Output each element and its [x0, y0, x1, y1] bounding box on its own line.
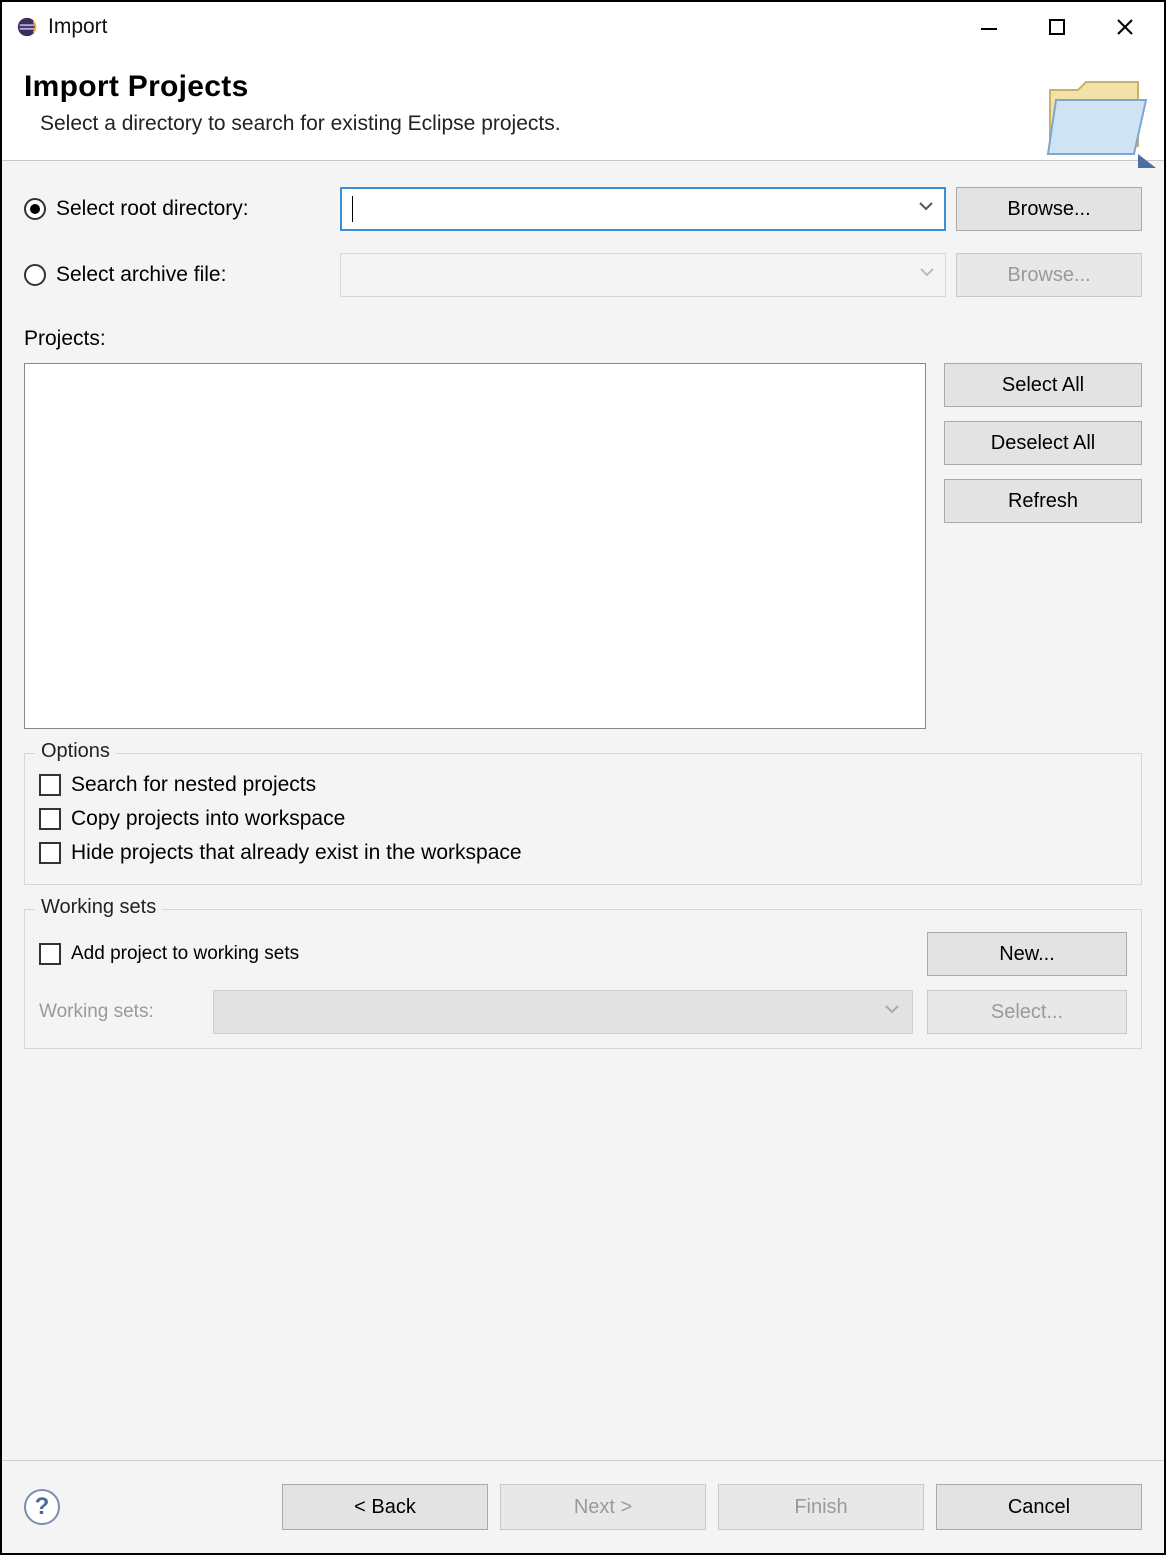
search-nested-label: Search for nested projects	[71, 773, 316, 797]
projects-list[interactable]	[24, 363, 926, 729]
browse-archive-button: Browse...	[956, 253, 1142, 297]
working-sets-select-row: Working sets: Select...	[39, 990, 1127, 1034]
back-button[interactable]: < Back	[282, 1484, 488, 1530]
working-sets-label: Working sets:	[39, 1001, 199, 1023]
root-directory-combo[interactable]	[340, 187, 946, 231]
copy-workspace-checkbox[interactable]	[39, 808, 61, 830]
working-sets-group: Working sets Add project to working sets…	[24, 909, 1142, 1049]
banner-description: Select a directory to search for existin…	[40, 112, 1142, 136]
import-folder-icon	[1038, 60, 1158, 170]
projects-row: Select All Deselect All Refresh	[24, 363, 1142, 729]
add-working-set-checkbox[interactable]	[39, 943, 61, 965]
chevron-down-icon	[918, 198, 934, 220]
help-button[interactable]: ?	[24, 1489, 60, 1525]
chevron-down-icon	[884, 1001, 900, 1023]
cancel-button[interactable]: Cancel	[936, 1484, 1142, 1530]
root-directory-label: Select root directory:	[56, 197, 330, 221]
add-working-set-label: Add project to working sets	[71, 943, 299, 965]
hide-existing-row: Hide projects that already exist in the …	[39, 836, 1127, 870]
browse-root-button[interactable]: Browse...	[956, 187, 1142, 231]
working-sets-combo	[213, 990, 913, 1034]
search-nested-row: Search for nested projects	[39, 768, 1127, 802]
options-group: Options Search for nested projects Copy …	[24, 753, 1142, 885]
search-nested-checkbox[interactable]	[39, 774, 61, 796]
options-group-title: Options	[35, 740, 116, 763]
chevron-down-icon	[919, 264, 935, 286]
finish-button: Finish	[718, 1484, 924, 1530]
archive-file-radio[interactable]	[24, 264, 46, 286]
minimize-button[interactable]	[956, 6, 1022, 48]
wizard-footer: ? < Back Next > Finish Cancel	[2, 1461, 1164, 1553]
banner-heading: Import Projects	[24, 70, 1142, 104]
titlebar: Import	[2, 2, 1164, 52]
projects-label: Projects:	[24, 327, 1142, 351]
eclipse-icon	[16, 16, 38, 38]
deselect-all-button[interactable]: Deselect All	[944, 421, 1142, 465]
help-icon: ?	[35, 1493, 50, 1521]
wizard-banner: Import Projects Select a directory to se…	[2, 52, 1164, 161]
hide-existing-checkbox[interactable]	[39, 842, 61, 864]
archive-file-combo	[340, 253, 946, 297]
root-directory-radio[interactable]	[24, 198, 46, 220]
root-directory-row: Select root directory: Browse...	[24, 187, 1142, 231]
next-button: Next >	[500, 1484, 706, 1530]
working-sets-group-title: Working sets	[35, 896, 162, 919]
close-button[interactable]	[1092, 6, 1158, 48]
select-working-set-button: Select...	[927, 990, 1127, 1034]
select-all-button[interactable]: Select All	[944, 363, 1142, 407]
maximize-button[interactable]	[1024, 6, 1090, 48]
wizard-body: Select root directory: Browse... Select …	[2, 161, 1164, 1461]
import-wizard-window: Import Import Projects Select a director…	[0, 0, 1166, 1555]
new-working-set-button[interactable]: New...	[927, 932, 1127, 976]
archive-file-label: Select archive file:	[56, 263, 330, 287]
archive-file-row: Select archive file: Browse...	[24, 253, 1142, 297]
add-working-set-row: Add project to working sets New...	[39, 924, 1127, 990]
refresh-button[interactable]: Refresh	[944, 479, 1142, 523]
window-title: Import	[48, 15, 108, 39]
copy-workspace-row: Copy projects into workspace	[39, 802, 1127, 836]
hide-existing-label: Hide projects that already exist in the …	[71, 841, 522, 865]
copy-workspace-label: Copy projects into workspace	[71, 807, 345, 831]
projects-side-buttons: Select All Deselect All Refresh	[944, 363, 1142, 729]
